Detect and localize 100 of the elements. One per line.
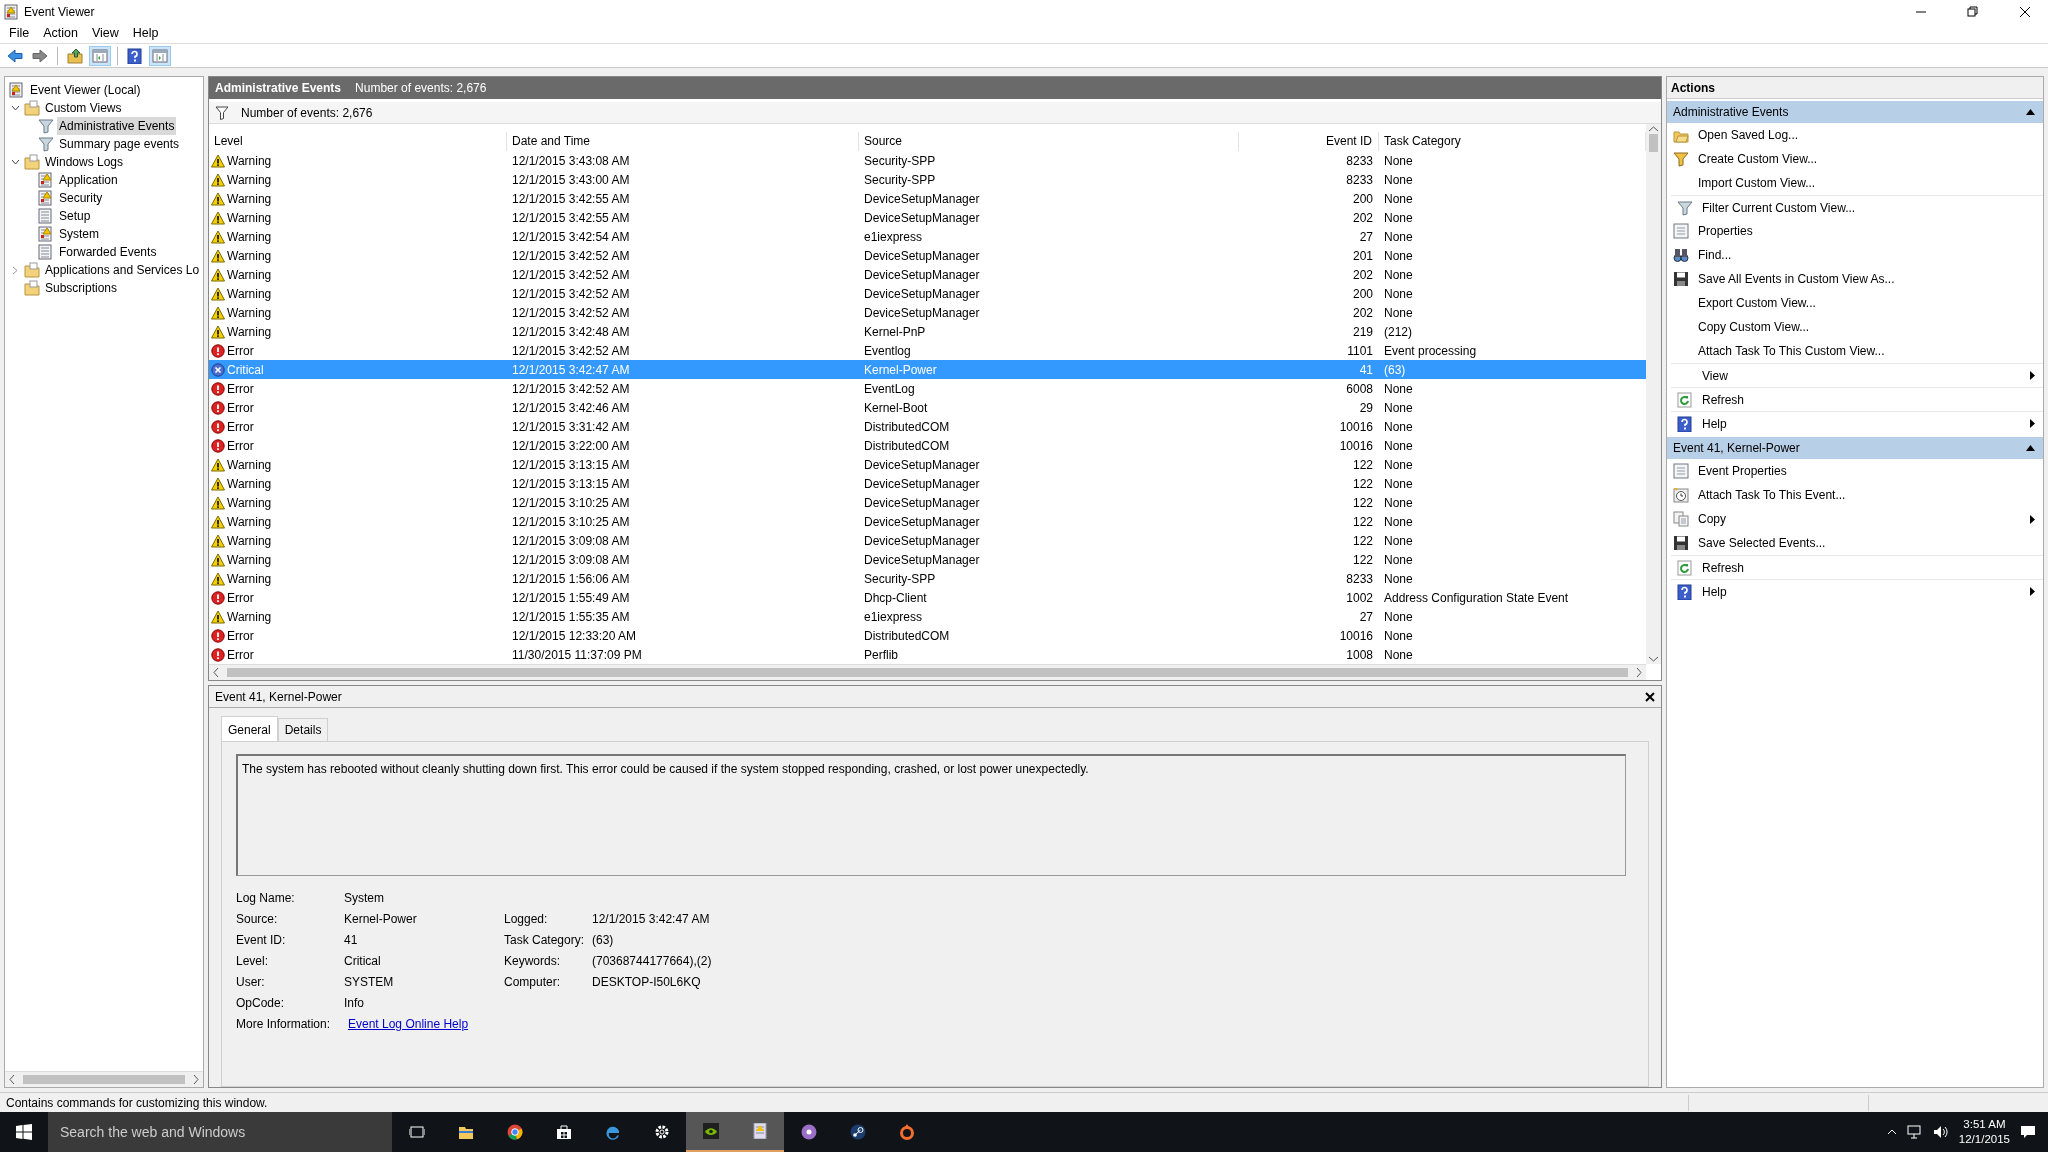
scroll-thumb[interactable] <box>227 668 1628 677</box>
table-row[interactable]: Warning 12/1/2015 3:10:25 AM DeviceSetupManager 122 None <box>209 512 1646 531</box>
pane-command[interactable]: Attach Task To This Event... <box>1667 483 2043 507</box>
ring-icon[interactable] <box>898 1124 915 1140</box>
tree-item[interactable]: Custom Views <box>43 99 124 117</box>
tree-item[interactable]: Forwarded Events <box>57 243 159 261</box>
table-row[interactable]: Warning 12/1/2015 3:42:55 AM DeviceSetupManager 202 None <box>209 208 1646 227</box>
steam-icon[interactable] <box>849 1124 866 1140</box>
menu-item[interactable]: File <box>4 24 35 43</box>
scroll-thumb[interactable] <box>23 1075 185 1084</box>
table-row[interactable]: Warning 12/1/2015 3:13:15 AM DeviceSetupManager 122 None <box>209 474 1646 493</box>
pane-command[interactable]: View <box>1671 363 2043 387</box>
table-row[interactable]: Warning 12/1/2015 3:42:52 AM DeviceSetupManager 202 None <box>209 303 1646 322</box>
pane-command[interactable]: Find... <box>1667 243 2043 267</box>
tree-item[interactable]: Setup <box>57 207 93 225</box>
table-row[interactable]: Error 12/1/2015 3:42:52 AM EventLog 6008 None <box>209 379 1646 398</box>
pane-command[interactable]: Export Custom View... <box>1667 291 2043 315</box>
collapse-caret-icon[interactable] <box>2026 445 2035 451</box>
tab[interactable]: General <box>221 716 278 741</box>
pane-command[interactable]: Save All Events in Custom View As... <box>1667 267 2043 291</box>
help-link[interactable]: Event Log Online Help <box>344 1014 504 1035</box>
folder-icon[interactable] <box>457 1124 474 1140</box>
horizontal-scrollbar[interactable] <box>5 1071 203 1087</box>
table-row[interactable]: Warning 12/1/2015 3:13:15 AM DeviceSetupManager 122 None <box>209 455 1646 474</box>
disc-icon[interactable] <box>800 1124 817 1140</box>
restore-icon[interactable] <box>1967 6 1979 18</box>
menu-item[interactable]: Help <box>127 24 164 43</box>
tree-item[interactable]: Applications and Services Lo <box>43 261 202 279</box>
forward-arrow-icon[interactable] <box>32 47 48 64</box>
pane-command[interactable]: Help <box>1671 579 2043 603</box>
vertical-scrollbar[interactable] <box>1646 124 1661 664</box>
table-row[interactable]: Warning 12/1/2015 1:55:35 AM e1iexpress 27 None <box>209 607 1646 626</box>
scroll-down-icon[interactable] <box>1649 656 1658 662</box>
pane-command[interactable]: Copy <box>1667 507 2043 531</box>
search-field[interactable]: Search the web and Windows <box>48 1112 392 1152</box>
shopping-bag-icon[interactable] <box>555 1124 572 1140</box>
help-icon[interactable] <box>127 47 143 64</box>
section-header[interactable]: Event 41, Kernel-Power <box>1667 437 2043 459</box>
pane-command[interactable]: Refresh <box>1671 387 2043 411</box>
section-header[interactable]: Administrative Events <box>1667 101 2043 123</box>
table-row[interactable]: Error 11/30/2015 11:37:09 PM Perflib 1008 None <box>209 645 1646 664</box>
tree-item[interactable]: Windows Logs <box>43 153 126 171</box>
close-icon[interactable] <box>2019 6 2031 18</box>
pane-command[interactable]: Refresh <box>1671 555 2043 579</box>
browser-e-icon[interactable] <box>604 1124 621 1140</box>
table-row[interactable]: Warning 12/1/2015 3:43:08 AM Security-SPP 8233 None <box>209 151 1646 170</box>
pane-command[interactable]: Copy Custom View... <box>1667 315 2043 339</box>
network-icon[interactable] <box>1906 1125 1923 1139</box>
pane-command[interactable]: Attach Task To This Custom View... <box>1667 339 2043 363</box>
scroll-right-icon[interactable] <box>1636 668 1642 677</box>
table-row[interactable]: Warning 12/1/2015 3:42:55 AM DeviceSetupManager 200 None <box>209 189 1646 208</box>
column-header[interactable]: Source <box>859 132 1239 151</box>
scroll-left-icon[interactable] <box>9 1075 15 1084</box>
tree-item[interactable]: System <box>57 225 101 243</box>
table-row[interactable]: Warning 12/1/2015 3:09:08 AM DeviceSetupManager 122 None <box>209 531 1646 550</box>
table-row[interactable]: Error 12/1/2015 1:55:49 AM Dhcp-Client 1002 Address Configuration State Event <box>209 588 1646 607</box>
tree-item[interactable]: Application <box>57 171 120 189</box>
tab[interactable]: Details <box>277 718 329 741</box>
settings-icon[interactable] <box>653 1124 670 1140</box>
table-row[interactable]: Warning 12/1/2015 3:09:08 AM DeviceSetupManager 122 None <box>209 550 1646 569</box>
table-row[interactable]: Warning 12/1/2015 1:56:06 AM Security-SPP 8233 None <box>209 569 1646 588</box>
log-book-icon[interactable] <box>751 1123 768 1139</box>
back-arrow-icon[interactable] <box>7 47 23 64</box>
table-row[interactable]: Warning 12/1/2015 3:10:25 AM DeviceSetupManager 122 None <box>209 493 1646 512</box>
tree-item[interactable]: Event Viewer (Local) <box>28 81 143 99</box>
tree-item[interactable]: Administrative Events <box>57 117 177 135</box>
pane-command[interactable]: Import Custom View... <box>1667 171 2043 195</box>
table-row[interactable]: Error 12/1/2015 3:22:00 AM DistributedCOM 10016 None <box>209 436 1646 455</box>
tree-item[interactable]: Security <box>57 189 105 207</box>
scroll-thumb[interactable] <box>1649 134 1658 152</box>
scroll-left-icon[interactable] <box>213 668 219 677</box>
column-header[interactable]: Date and Time <box>507 132 859 151</box>
notifications-icon[interactable] <box>2020 1125 2036 1139</box>
folder-up-icon[interactable] <box>67 47 83 64</box>
speaker-icon[interactable] <box>1932 1125 1949 1139</box>
column-header[interactable]: Event ID <box>1239 132 1379 151</box>
table-row[interactable]: Error 12/1/2015 12:33:20 AM DistributedCOM 10016 None <box>209 626 1646 645</box>
table-row[interactable]: Error 12/1/2015 3:42:46 AM Kernel-Boot 29 None <box>209 398 1646 417</box>
task-view-icon[interactable] <box>408 1124 425 1140</box>
table-row[interactable]: Warning 12/1/2015 3:42:54 AM e1iexpress 27 None <box>209 227 1646 246</box>
table-row[interactable]: Error 12/1/2015 3:31:42 AM DistributedCOM 10016 None <box>209 417 1646 436</box>
pane-command[interactable]: Properties <box>1667 219 2043 243</box>
menu-item[interactable]: View <box>86 24 124 43</box>
close-icon[interactable] <box>1645 691 1655 702</box>
pane-command[interactable]: Open Saved Log... <box>1667 123 2043 147</box>
table-row[interactable]: Warning 12/1/2015 3:42:52 AM DeviceSetupManager 200 None <box>209 284 1646 303</box>
table-row[interactable]: Error 12/1/2015 3:42:52 AM Eventlog 1101 Event processing <box>209 341 1646 360</box>
tree-item[interactable]: Summary page events <box>57 135 182 153</box>
browser-icon[interactable] <box>506 1124 523 1140</box>
scroll-up-icon[interactable] <box>1649 126 1658 132</box>
expanded-chevron-icon[interactable] <box>10 159 20 165</box>
scroll-right-icon[interactable] <box>193 1075 199 1084</box>
table-row[interactable]: Warning 12/1/2015 3:42:48 AM Kernel-PnP 219 (212) <box>209 322 1646 341</box>
table-row[interactable]: Warning 12/1/2015 3:42:52 AM DeviceSetupManager 202 None <box>209 265 1646 284</box>
pane-command[interactable]: Help <box>1671 411 2043 435</box>
collapse-caret-icon[interactable] <box>2026 109 2035 115</box>
horizontal-scrollbar[interactable] <box>209 664 1646 680</box>
menu-item[interactable]: Action <box>38 24 83 43</box>
tree-item[interactable]: Subscriptions <box>43 279 120 297</box>
column-header[interactable]: Level <box>209 132 507 151</box>
